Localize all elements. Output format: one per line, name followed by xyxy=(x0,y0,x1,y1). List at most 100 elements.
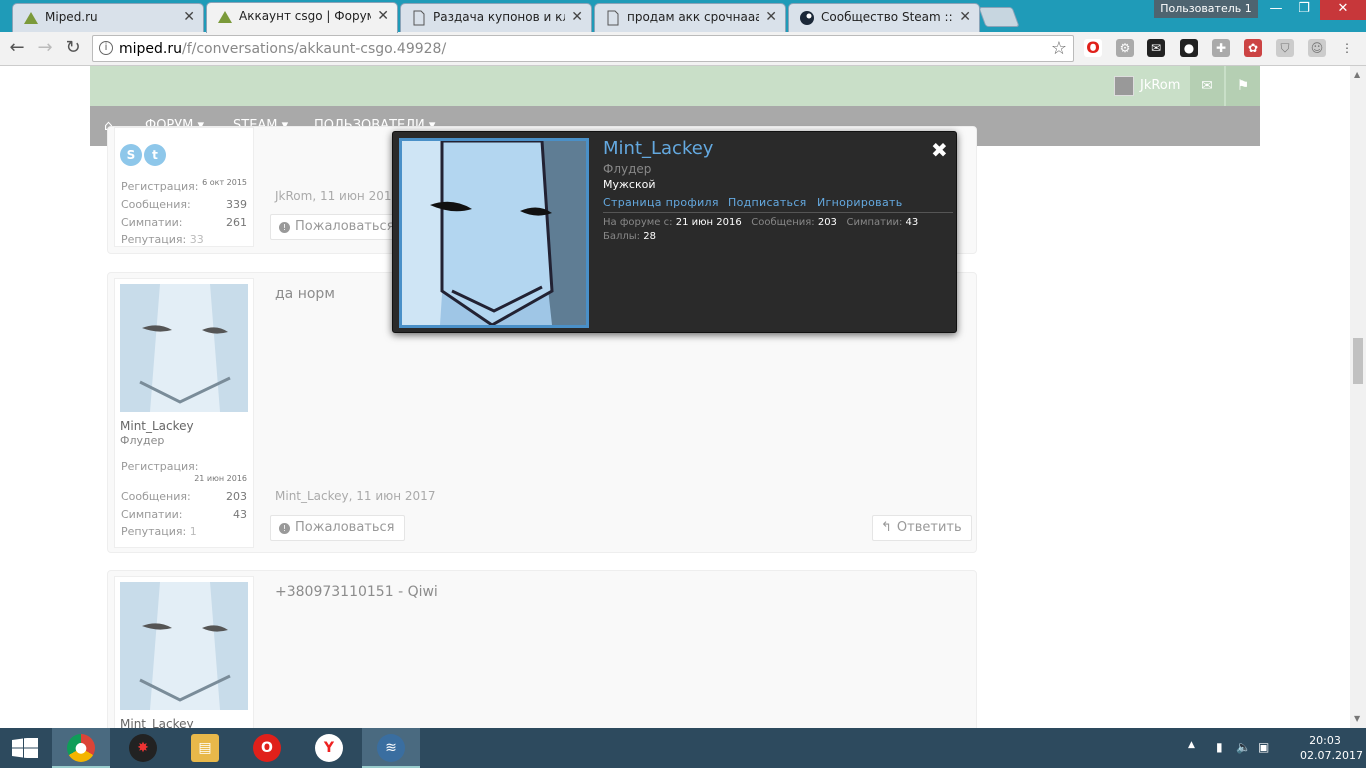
paw-extension-icon[interactable]: ✿ xyxy=(1244,39,1262,57)
message-userinfo: Mint_Lackey Флудер Регистрация: 21 июн 2… xyxy=(114,278,254,548)
taskbar-app-6[interactable]: ≋ xyxy=(362,728,420,768)
taskbar-app-2[interactable]: ✸ xyxy=(114,728,172,768)
user-name-link[interactable]: Mint_Lackey xyxy=(120,717,194,728)
system-clock[interactable]: 20:03 02.07.2017 xyxy=(1300,733,1363,763)
battery-icon[interactable]: ▮ xyxy=(1216,740,1223,754)
scrollbar-thumb[interactable] xyxy=(1353,338,1363,384)
member-stats: На форуме с: 21 июн 2016 Сообщения: 203 … xyxy=(603,217,919,228)
chrome-icon: ● xyxy=(67,734,95,762)
member-name-link[interactable]: Mint_Lackey xyxy=(603,138,713,159)
message-meta[interactable]: JkRom, 11 июн 2017 xyxy=(275,189,399,203)
tray-overflow-icon[interactable]: ▲ xyxy=(1188,740,1195,750)
stat-registration: Регистрация: xyxy=(121,460,199,473)
steam-icon xyxy=(800,11,814,25)
tab-miped[interactable]: Miped.ru ✕ xyxy=(12,3,204,32)
skype-icon[interactable]: S xyxy=(120,144,142,166)
reply-icon: ↰ xyxy=(881,520,892,535)
yandex-browser-icon: Y xyxy=(315,734,343,762)
user-name-link[interactable]: Mint_Lackey xyxy=(120,419,194,433)
minimize-window-button[interactable]: — xyxy=(1262,0,1290,20)
close-window-button[interactable]: ✕ xyxy=(1320,0,1366,20)
info-icon[interactable]: i xyxy=(99,41,113,55)
close-icon[interactable]: ✖ xyxy=(931,138,948,162)
stat-messages: Сообщения: 339 xyxy=(121,198,247,211)
message-meta[interactable]: Mint_Lackey, 11 июн 2017 xyxy=(275,489,435,503)
ignore-link[interactable]: Игнорировать xyxy=(817,196,903,209)
bookmark-star-icon[interactable]: ☆ xyxy=(1051,38,1067,59)
start-button[interactable] xyxy=(0,728,50,768)
member-avatar[interactable] xyxy=(399,138,589,328)
reply-button[interactable]: ↰ Ответить xyxy=(872,515,972,541)
mail-extension-icon[interactable]: ✉ xyxy=(1147,39,1165,57)
stat-reputation: Репутация: 33 xyxy=(121,233,204,246)
follow-link[interactable]: Подписаться xyxy=(728,196,807,209)
forward-arrow-icon[interactable]: → xyxy=(34,37,56,59)
network-icon[interactable]: ▣ xyxy=(1258,740,1269,754)
tab-akkaunt-csgo[interactable]: Аккаунт csgo | Форум M ✕ xyxy=(206,2,398,33)
user-avatar[interactable] xyxy=(120,284,248,412)
close-tab-icon[interactable]: ✕ xyxy=(571,9,583,25)
page-scrollbar[interactable]: ▲ ▼ xyxy=(1350,66,1366,728)
user-avatar[interactable] xyxy=(120,582,248,710)
puzzle-extension-icon[interactable]: ✚ xyxy=(1212,39,1230,57)
windows-taskbar: ● ✸ ▤ O Y ≋ ▲ ▮ 🔈 ▣ 20:03 02.07.2017 xyxy=(0,728,1366,768)
tab-razdacha[interactable]: Раздача купонов и клю ✕ xyxy=(400,3,592,32)
user-avatar[interactable] xyxy=(1114,76,1134,96)
user-extension-icon[interactable]: ☺ xyxy=(1308,39,1326,57)
opera-icon: O xyxy=(253,734,281,762)
report-button[interactable]: ! Пожаловаться xyxy=(270,515,405,541)
stat-likes: Симпатии: 261 xyxy=(121,216,247,229)
stat-likes: Симпатии: 43 xyxy=(121,508,247,521)
taskbar-yandex[interactable]: Y xyxy=(300,728,358,768)
browser-tab-strip: Miped.ru ✕ Аккаунт csgo | Форум M ✕ Разд… xyxy=(0,0,1366,33)
opera-extension-icon[interactable]: O xyxy=(1084,39,1102,57)
close-tab-icon[interactable]: ✕ xyxy=(377,8,389,24)
user-menu-link[interactable]: JkRom xyxy=(1140,74,1180,98)
alert-icon: ! xyxy=(279,523,290,534)
scroll-up-arrow-icon[interactable]: ▲ xyxy=(1354,70,1360,79)
member-user-title: Флудер xyxy=(603,162,652,176)
gear-extension-icon[interactable]: ⚙ xyxy=(1116,39,1134,57)
stat-registration: Регистрация: 6 окт 2015 xyxy=(121,178,247,193)
forum-favicon-icon xyxy=(218,11,232,23)
url-text[interactable]: miped.ru/f/conversations/akkaunt-csgo.49… xyxy=(119,41,446,57)
new-tab-button[interactable] xyxy=(978,7,1020,27)
alerts-flag-icon[interactable]: ⚑ xyxy=(1226,66,1260,106)
page-icon xyxy=(607,10,619,26)
menu-icon[interactable]: ⋮ xyxy=(1338,39,1356,57)
message-text: да норм xyxy=(275,286,335,302)
taskbar-chrome[interactable]: ● xyxy=(52,728,110,768)
taskbar-opera[interactable]: O xyxy=(238,728,296,768)
browser-profile-chip[interactable]: Пользователь 1 xyxy=(1154,0,1258,18)
member-tooltip-card: Mint_Lackey Флудер Мужской ✖ Страница пр… xyxy=(392,131,957,333)
close-tab-icon[interactable]: ✕ xyxy=(765,9,777,25)
close-tab-icon[interactable]: ✕ xyxy=(959,9,971,25)
member-action-links: Страница профиля Подписаться Игнорироват… xyxy=(603,196,953,213)
profile-page-link[interactable]: Страница профиля xyxy=(603,196,719,209)
dots-extension-icon[interactable]: ● xyxy=(1180,39,1198,57)
member-points: Баллы: 28 xyxy=(603,231,656,242)
inbox-icon[interactable]: ✉ xyxy=(1190,66,1224,106)
tab-steam-community[interactable]: Сообщество Steam :: Of ✕ xyxy=(788,3,980,32)
taskbar-file-explorer[interactable]: ▤ xyxy=(176,728,234,768)
close-tab-icon[interactable]: ✕ xyxy=(183,9,195,25)
reload-icon[interactable]: ↻ xyxy=(62,37,84,59)
volume-icon[interactable]: 🔈 xyxy=(1236,740,1251,754)
tab-prodam[interactable]: продам акк срочнааа | ( ✕ xyxy=(594,3,786,32)
message-text: +380973110151 - Qiwi xyxy=(275,584,438,600)
stat-reputation: Репутация: 1 xyxy=(121,525,197,538)
shield-extension-icon[interactable]: ⛉ xyxy=(1276,39,1294,57)
address-bar[interactable]: i miped.ru/f/conversations/akkaunt-csgo.… xyxy=(92,35,1074,62)
message-post: Mint_Lackey +380973110151 - Qiwi xyxy=(107,570,977,728)
maximize-window-button[interactable]: ❐ xyxy=(1290,0,1318,20)
back-arrow-icon[interactable]: ← xyxy=(6,37,28,59)
crosshair-app-icon: ✸ xyxy=(129,734,157,762)
site-header xyxy=(90,66,1260,106)
browser-toolbar: ← → ↻ i miped.ru/f/conversations/akkaunt… xyxy=(0,32,1366,66)
miped-favicon-icon xyxy=(24,12,38,24)
windows-logo-icon xyxy=(12,738,38,758)
scroll-down-arrow-icon[interactable]: ▼ xyxy=(1354,714,1360,723)
stat-messages: Сообщения: 203 xyxy=(121,490,247,503)
report-button[interactable]: ! Пожаловаться xyxy=(270,214,405,240)
twitter-icon[interactable]: t xyxy=(144,144,166,166)
